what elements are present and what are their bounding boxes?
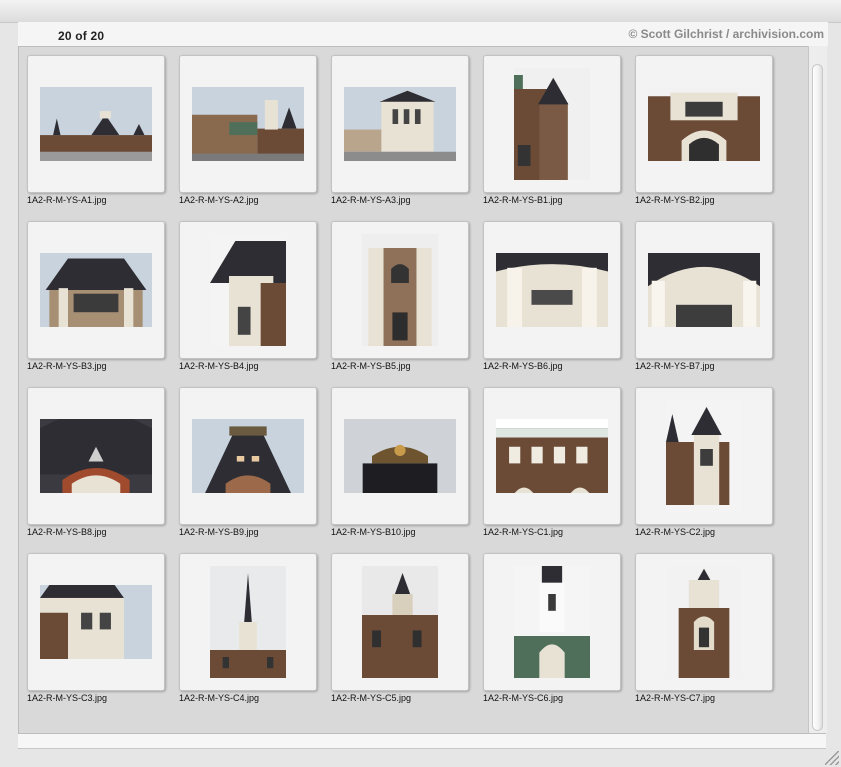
thumbnail-slide[interactable] — [483, 387, 621, 525]
thumbnail-image[interactable] — [666, 400, 742, 512]
thumbnail-cell[interactable]: 1A2-R-M-YS-C4.jpg — [173, 547, 323, 709]
thumbnail-slide[interactable] — [483, 553, 621, 691]
thumbnail-filename: 1A2-R-M-YS-A1.jpg — [27, 195, 107, 205]
thumbnail-filename: 1A2-R-M-YS-B10.jpg — [331, 527, 416, 537]
thumbnail-slide[interactable] — [179, 221, 317, 359]
thumbnail-cell[interactable]: 1A2-R-M-YS-B6.jpg — [477, 215, 627, 377]
thumbnail-slide[interactable] — [27, 55, 165, 193]
thumbnail-cell[interactable]: 1A2-R-M-YS-B8.jpg — [21, 381, 171, 543]
thumbnail-cell[interactable]: 1A2-R-M-YS-B1.jpg — [477, 49, 627, 211]
thumbnail-image[interactable] — [648, 253, 760, 327]
thumbnail-slide[interactable] — [483, 221, 621, 359]
image-browser-window: 20 of 20 © Scott Gilchrist / archivision… — [0, 0, 841, 767]
thumbnail-slide[interactable] — [27, 387, 165, 525]
thumbnail-slide[interactable] — [179, 387, 317, 525]
copyright-credit: © Scott Gilchrist / archivision.com — [628, 27, 824, 41]
thumbnail-cell[interactable]: 1A2-R-M-YS-B2.jpg — [629, 49, 779, 211]
thumbnail-cell[interactable]: 1A2-R-M-YS-B9.jpg — [173, 381, 323, 543]
thumbnail-image[interactable] — [210, 566, 286, 678]
thumbnail-image[interactable] — [362, 234, 438, 346]
thumbnail-slide[interactable] — [635, 553, 773, 691]
thumbnail-cell[interactable]: 1A2-R-M-YS-C7.jpg — [629, 547, 779, 709]
thumbnail-cell[interactable]: 1A2-R-M-YS-C1.jpg — [477, 381, 627, 543]
resize-grip-icon[interactable] — [825, 751, 839, 765]
thumbnail-filename: 1A2-R-M-YS-B9.jpg — [179, 527, 259, 537]
window-top-bar — [0, 0, 841, 23]
thumbnail-slide[interactable] — [331, 55, 469, 193]
thumbnail-cell[interactable]: 1A2-R-M-YS-C3.jpg — [21, 547, 171, 709]
thumbnail-filename: 1A2-R-M-YS-B1.jpg — [483, 195, 563, 205]
horizontal-scrollbar[interactable] — [18, 733, 826, 749]
thumbnail-image[interactable] — [210, 234, 286, 346]
thumbnail-cell[interactable]: 1A2-R-M-YS-B4.jpg — [173, 215, 323, 377]
thumbnail-grid: 1A2-R-M-YS-A1.jpg 1A2-R-M-YS-A2.jpg 1A2-R-… — [18, 46, 808, 734]
thumbnail-filename: 1A2-R-M-YS-A2.jpg — [179, 195, 259, 205]
thumbnail-image[interactable] — [344, 419, 456, 493]
scrollbar-thumb[interactable] — [812, 64, 823, 731]
thumbnail-slide[interactable] — [179, 553, 317, 691]
thumbnail-cell[interactable]: 1A2-R-M-YS-A2.jpg — [173, 49, 323, 211]
thumbnail-image[interactable] — [192, 87, 304, 161]
thumbnail-filename: 1A2-R-M-YS-B2.jpg — [635, 195, 715, 205]
thumbnail-image[interactable] — [496, 253, 608, 327]
thumbnail-filename: 1A2-R-M-YS-C2.jpg — [635, 527, 716, 537]
thumbnail-filename: 1A2-R-M-YS-B3.jpg — [27, 361, 107, 371]
thumbnail-filename: 1A2-R-M-YS-C7.jpg — [635, 693, 716, 703]
vertical-scrollbar[interactable] — [808, 46, 827, 733]
thumbnail-cell[interactable]: 1A2-R-M-YS-B7.jpg — [629, 215, 779, 377]
thumbnail-image[interactable] — [514, 566, 590, 678]
thumbnail-image[interactable] — [514, 68, 590, 180]
thumbnail-slide[interactable] — [635, 221, 773, 359]
thumbnail-filename: 1A2-R-M-YS-B5.jpg — [331, 361, 411, 371]
thumbnail-image[interactable] — [344, 87, 456, 161]
thumbnail-filename: 1A2-R-M-YS-C6.jpg — [483, 693, 564, 703]
image-count: 20 of 20 — [58, 29, 105, 43]
thumbnail-cell[interactable]: 1A2-R-M-YS-C6.jpg — [477, 547, 627, 709]
thumbnail-image[interactable] — [40, 585, 152, 659]
thumbnail-filename: 1A2-R-M-YS-C4.jpg — [179, 693, 260, 703]
thumbnail-slide[interactable] — [179, 55, 317, 193]
thumbnail-filename: 1A2-R-M-YS-C5.jpg — [331, 693, 412, 703]
thumbnail-slide[interactable] — [27, 221, 165, 359]
thumbnail-filename: 1A2-R-M-YS-B6.jpg — [483, 361, 563, 371]
thumbnail-image[interactable] — [40, 253, 152, 327]
thumbnail-slide[interactable] — [27, 553, 165, 691]
thumbnail-cell[interactable]: 1A2-R-M-YS-A3.jpg — [325, 49, 475, 211]
thumbnail-filename: 1A2-R-M-YS-B4.jpg — [179, 361, 259, 371]
thumbnail-slide[interactable] — [483, 55, 621, 193]
thumbnail-image[interactable] — [666, 566, 742, 678]
thumbnail-filename: 1A2-R-M-YS-C1.jpg — [483, 527, 564, 537]
thumbnail-slide[interactable] — [331, 553, 469, 691]
thumbnail-image[interactable] — [40, 87, 152, 161]
thumbnail-image[interactable] — [192, 419, 304, 493]
thumbnail-slide[interactable] — [331, 221, 469, 359]
thumbnail-filename: 1A2-R-M-YS-A3.jpg — [331, 195, 411, 205]
thumbnail-image[interactable] — [362, 566, 438, 678]
thumbnail-image[interactable] — [40, 419, 152, 493]
thumbnail-cell[interactable]: 1A2-R-M-YS-C2.jpg — [629, 381, 779, 543]
thumbnail-image[interactable] — [496, 419, 608, 493]
thumbnail-slide[interactable] — [635, 387, 773, 525]
thumbnail-filename: 1A2-R-M-YS-C3.jpg — [27, 693, 108, 703]
thumbnail-cell[interactable]: 1A2-R-M-YS-B5.jpg — [325, 215, 475, 377]
thumbnail-slide[interactable] — [331, 387, 469, 525]
thumbnail-cell[interactable]: 1A2-R-M-YS-B3.jpg — [21, 215, 171, 377]
thumbnail-cell[interactable]: 1A2-R-M-YS-A1.jpg — [21, 49, 171, 211]
thumbnail-slide[interactable] — [635, 55, 773, 193]
thumbnail-cell[interactable]: 1A2-R-M-YS-B10.jpg — [325, 381, 475, 543]
thumbnail-filename: 1A2-R-M-YS-B8.jpg — [27, 527, 107, 537]
thumbnail-image[interactable] — [648, 87, 760, 161]
thumbnail-cell[interactable]: 1A2-R-M-YS-C5.jpg — [325, 547, 475, 709]
thumbnail-filename: 1A2-R-M-YS-B7.jpg — [635, 361, 715, 371]
browser-header: 20 of 20 © Scott Gilchrist / archivision… — [18, 22, 828, 46]
